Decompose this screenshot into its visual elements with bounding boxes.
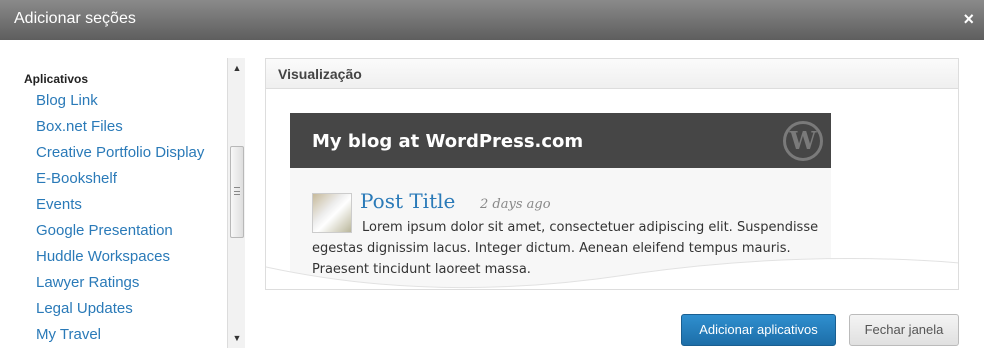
blog-header: My blog at WordPress.com W	[290, 113, 831, 168]
sidebar-item-my-travel[interactable]: My Travel	[36, 324, 204, 350]
sidebar-item-blog-link[interactable]: Blog Link	[36, 90, 204, 116]
sidebar-item-huddle-workspaces[interactable]: Huddle Workspaces	[36, 246, 204, 272]
wordpress-logo-icon: W	[783, 121, 823, 161]
wave-divider	[266, 258, 958, 289]
preview-header: Visualização	[266, 59, 958, 89]
preview-panel: Visualização My blog at WordPress.com W …	[265, 58, 959, 290]
grip-icon	[234, 187, 240, 195]
sidebar-item-legal-updates[interactable]: Legal Updates	[36, 298, 204, 324]
sidebar-scrollbar[interactable]: ▲ ▼	[227, 58, 245, 348]
sidebar-list: Blog Link Box.net Files Creative Portfol…	[36, 90, 204, 350]
scroll-down-icon[interactable]: ▼	[228, 330, 246, 346]
sidebar-item-events[interactable]: Events	[36, 194, 204, 220]
sidebar-item-e-bookshelf[interactable]: E-Bookshelf	[36, 168, 204, 194]
blog-title: My blog at WordPress.com	[312, 131, 584, 152]
sidebar: Aplicativos Blog Link Box.net Files Crea…	[0, 40, 250, 362]
sidebar-item-google-presentation[interactable]: Google Presentation	[36, 220, 204, 246]
scrollbar-thumb[interactable]	[230, 146, 244, 238]
sidebar-group-label: Aplicativos	[24, 72, 89, 86]
close-icon[interactable]: ×	[963, 8, 974, 30]
dialog-titlebar: Adicionar seções ×	[0, 0, 984, 40]
sidebar-item-box-net-files[interactable]: Box.net Files	[36, 116, 204, 142]
sidebar-item-creative-portfolio-display[interactable]: Creative Portfolio Display	[36, 142, 204, 168]
sidebar-item-lawyer-ratings[interactable]: Lawyer Ratings	[36, 272, 204, 298]
scroll-up-icon[interactable]: ▲	[228, 60, 246, 76]
close-window-button[interactable]: Fechar janela	[849, 314, 959, 346]
post-title[interactable]: Post Title	[360, 189, 455, 213]
add-apps-button[interactable]: Adicionar aplicativos	[681, 314, 836, 346]
post-date: 2 days ago	[480, 197, 551, 212]
dialog-title: Adicionar seções	[14, 10, 136, 27]
